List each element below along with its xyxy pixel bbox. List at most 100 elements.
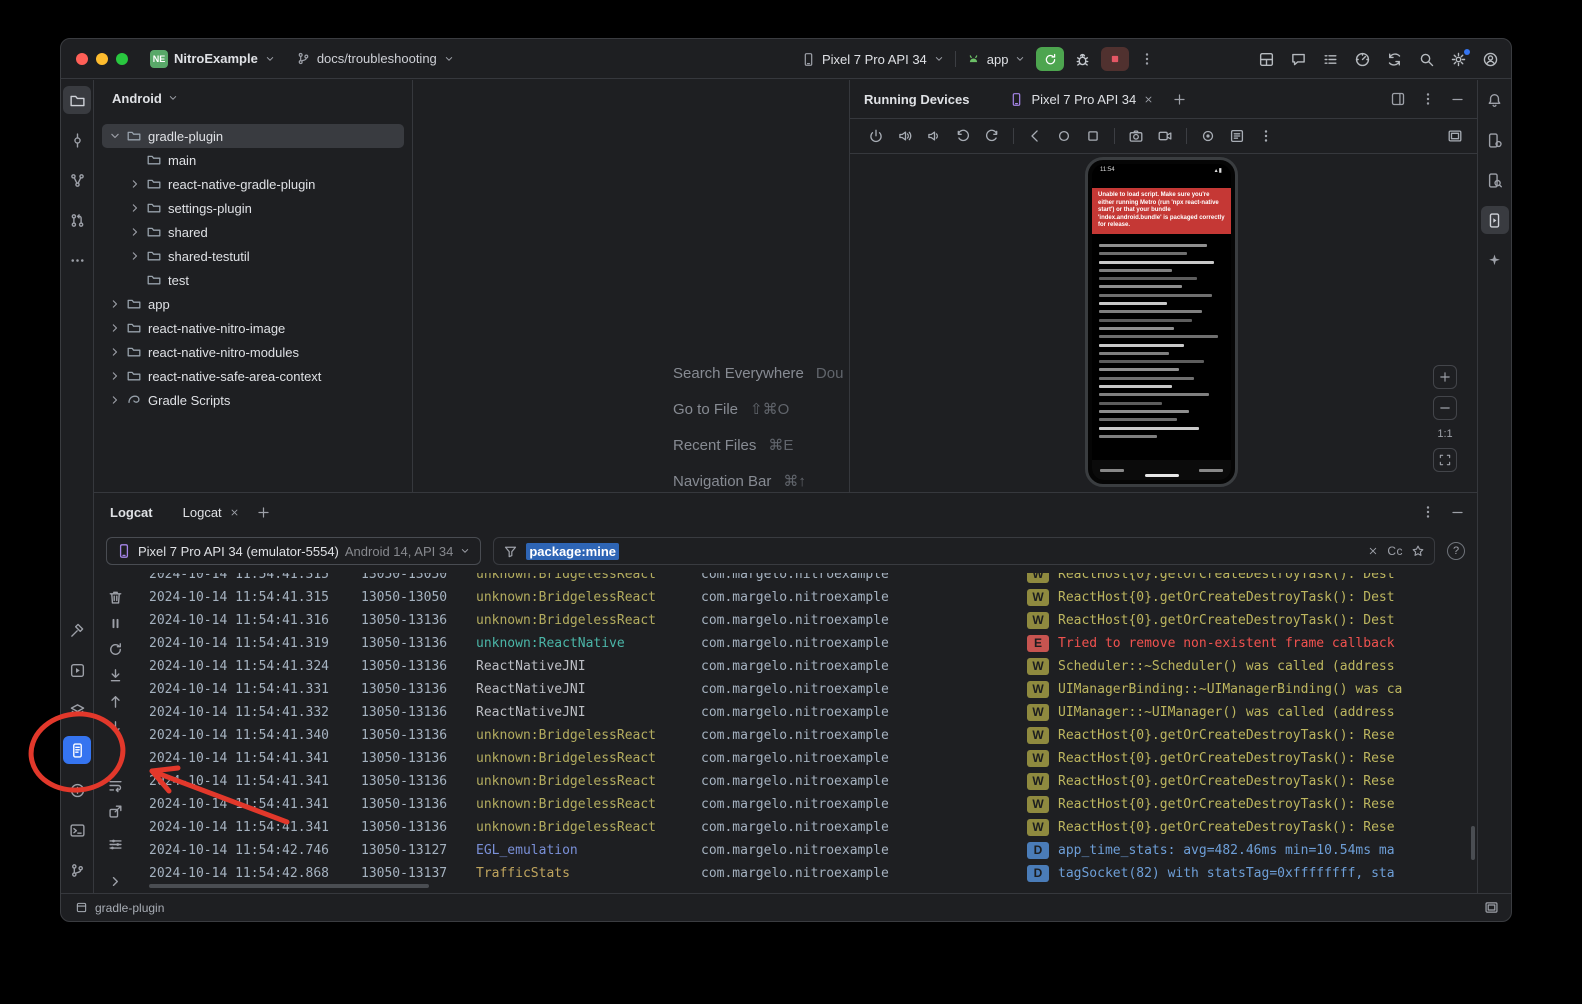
log-row[interactable]: 2024-10-14 11:54:41.34113050-13136unknow… <box>136 793 1477 816</box>
more-tools-tool-button[interactable] <box>63 246 91 274</box>
statusbar-frame-button[interactable] <box>1484 900 1499 915</box>
tree-item-react-native-gradle-plugin[interactable]: react-native-gradle-plugin <box>102 172 404 196</box>
zoom-window-button[interactable] <box>116 53 128 65</box>
scroll-end-button[interactable] <box>107 667 124 684</box>
log-row[interactable]: 2024-10-14 11:54:41.31913050-13136unknow… <box>136 632 1477 655</box>
zoom-fit-button[interactable] <box>1433 448 1457 472</box>
tree-item-react-native-safe-area-context[interactable]: react-native-safe-area-context <box>102 364 404 388</box>
horizontal-scrollbar[interactable] <box>149 884 429 888</box>
tree-item-Gradle Scripts[interactable]: Gradle Scripts <box>102 388 404 412</box>
tree-expand-toggle[interactable] <box>106 345 124 359</box>
terminal-tool-button[interactable] <box>63 816 91 844</box>
hide-logcat-button[interactable] <box>1450 505 1465 520</box>
settings-button[interactable] <box>1450 51 1467 68</box>
add-logcat-tab-button[interactable] <box>256 505 271 520</box>
snapshot-button[interactable] <box>1200 128 1216 144</box>
back-button[interactable] <box>1027 128 1043 144</box>
device-selector[interactable]: Pixel 7 Pro API 34 <box>801 52 945 67</box>
emulator-device[interactable]: 11:54 ▴▮ Unable to load script. Make sur… <box>1085 157 1238 487</box>
restart-button[interactable] <box>107 641 124 658</box>
recents-button[interactable] <box>1085 128 1101 144</box>
build-tool-button[interactable] <box>63 616 91 644</box>
tree-expand-toggle[interactable] <box>126 201 144 215</box>
add-device-tab-button[interactable] <box>1172 92 1187 107</box>
extended-button[interactable] <box>1229 128 1245 144</box>
arrow-up-button[interactable] <box>107 693 124 710</box>
clear-filter-button[interactable] <box>1367 545 1379 557</box>
device-tab[interactable]: Pixel 7 Pro API 34 <box>1009 92 1154 107</box>
rerun-button[interactable] <box>1036 47 1064 71</box>
camera-button[interactable] <box>1128 128 1144 144</box>
stop-button[interactable] <box>1101 47 1129 71</box>
tree-item-shared[interactable]: shared <box>102 220 404 244</box>
arrow-down-button[interactable] <box>107 719 124 736</box>
vol-up-button[interactable] <box>897 128 913 144</box>
tree-expand-toggle[interactable] <box>106 369 124 383</box>
logcat-filter-input[interactable]: package:mine Cc <box>493 537 1435 565</box>
tree-item-shared-testutil[interactable]: shared-testutil <box>102 244 404 268</box>
panel-options-button[interactable] <box>1420 91 1436 107</box>
vertical-scrollbar[interactable] <box>1471 826 1475 860</box>
logcat-tool-button[interactable] <box>63 736 91 764</box>
problems-tool-button[interactable] <box>63 776 91 804</box>
debug-button[interactable] <box>1074 51 1091 68</box>
filter-help-button[interactable]: ? <box>1447 542 1465 560</box>
task-list-button[interactable] <box>1322 51 1339 68</box>
project-view-selector[interactable]: Android <box>94 80 412 116</box>
notifications-tool-button[interactable] <box>1481 86 1509 114</box>
tree-expand-toggle[interactable] <box>126 177 144 191</box>
log-row[interactable]: 2024-10-14 11:54:41.34113050-13136unknow… <box>136 770 1477 793</box>
structure-tool-button[interactable] <box>63 166 91 194</box>
log-row[interactable]: 2024-10-14 11:54:42.74613050-13127EGL_em… <box>136 839 1477 862</box>
log-row[interactable]: 2024-10-14 11:54:41.31513050-13050unknow… <box>136 573 1477 586</box>
vol-down-button[interactable] <box>926 128 942 144</box>
ai-assistant-button[interactable] <box>1290 51 1307 68</box>
tree-item-main[interactable]: main <box>102 148 404 172</box>
log-row[interactable]: 2024-10-14 11:54:41.33113050-13136ReactN… <box>136 678 1477 701</box>
pull-requests-tool-button[interactable] <box>63 206 91 234</box>
favorite-filter-button[interactable] <box>1411 544 1425 558</box>
wrap-button[interactable] <box>107 777 124 794</box>
running-devices-tool-button[interactable] <box>1481 206 1509 234</box>
profile-button[interactable] <box>1482 51 1499 68</box>
chevron-right-button[interactable] <box>107 873 124 890</box>
tree-expand-toggle[interactable] <box>106 393 124 407</box>
run-configuration-selector[interactable]: app <box>966 52 1027 67</box>
branch-selector[interactable]: docs/troubleshooting <box>296 51 455 66</box>
log-row[interactable]: 2024-10-14 11:54:41.34113050-13136unknow… <box>136 747 1477 770</box>
trash-button[interactable] <box>107 589 124 606</box>
close-window-button[interactable] <box>76 53 88 65</box>
log-row[interactable]: 2024-10-14 11:54:41.31613050-13136unknow… <box>136 609 1477 632</box>
profiler-tool-button[interactable] <box>63 696 91 724</box>
tree-item-gradle-plugin[interactable]: gradle-plugin <box>102 124 404 148</box>
device-manager-tool-button[interactable] <box>1481 126 1509 154</box>
tree-expand-toggle[interactable] <box>106 297 124 311</box>
more-actions-button[interactable] <box>1139 51 1155 67</box>
close-tab-button[interactable] <box>229 507 240 518</box>
tree-item-react-native-nitro-image[interactable]: react-native-nitro-image <box>102 316 404 340</box>
record-button[interactable] <box>1157 128 1173 144</box>
run-tool-button[interactable] <box>63 656 91 684</box>
layout-inspector-button[interactable] <box>1258 51 1275 68</box>
sliders-button[interactable] <box>107 836 124 853</box>
device-frame-toggle-button[interactable] <box>1447 128 1463 144</box>
log-row[interactable]: 2024-10-14 11:54:41.34113050-13136unknow… <box>136 816 1477 839</box>
tree-item-react-native-nitro-modules[interactable]: react-native-nitro-modules <box>102 340 404 364</box>
gemini-tool-button[interactable] <box>1481 246 1509 274</box>
project-tool-button[interactable] <box>63 86 91 114</box>
layout-inspector-tool-button[interactable] <box>1481 166 1509 194</box>
tree-expand-toggle[interactable] <box>106 321 124 335</box>
project-selector[interactable]: NE NitroExample <box>150 50 276 68</box>
logcat-device-selector[interactable]: Pixel 7 Pro API 34 (emulator-5554) Andro… <box>106 537 481 565</box>
log-row[interactable]: 2024-10-14 11:54:41.32413050-13136ReactN… <box>136 655 1477 678</box>
export-button[interactable] <box>107 803 124 820</box>
logcat-options-button[interactable] <box>1420 504 1436 520</box>
logcat-tab[interactable]: Logcat <box>183 505 240 520</box>
layout-options-button[interactable] <box>1390 91 1406 107</box>
log-row[interactable]: 2024-10-14 11:54:41.34013050-13136unknow… <box>136 724 1477 747</box>
version-control-tool-button[interactable] <box>63 856 91 884</box>
home-button[interactable] <box>1056 128 1072 144</box>
emulator-screen[interactable]: 11:54 ▴▮ Unable to load script. Make sur… <box>1092 164 1231 480</box>
sync-button[interactable] <box>1386 51 1403 68</box>
tree-item-app[interactable]: app <box>102 292 404 316</box>
